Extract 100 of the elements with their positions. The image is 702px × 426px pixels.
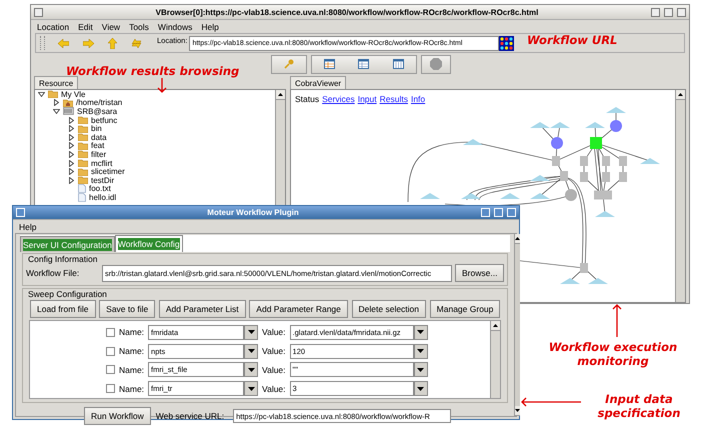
caret-icon — [417, 368, 424, 372]
close-button[interactable] — [677, 8, 686, 16]
dropdown-button[interactable] — [244, 344, 258, 359]
menu-item[interactable]: Edit — [78, 22, 93, 32]
name-label: Name: — [119, 346, 144, 356]
data-node — [530, 175, 550, 181]
dropdown-button[interactable] — [414, 362, 428, 378]
tree-item[interactable]: hello.idl — [89, 192, 116, 202]
dropdown-button[interactable] — [244, 324, 258, 340]
table-icon[interactable] — [324, 59, 335, 69]
expander-icon[interactable] — [68, 116, 75, 124]
process-node — [580, 172, 588, 182]
panel-tab[interactable]: Resource — [34, 76, 78, 89]
annotation-label: Workflow URL — [527, 33, 618, 47]
sweep-button[interactable]: Save to file — [99, 300, 156, 318]
scrollbar[interactable] — [675, 90, 685, 302]
tree-item[interactable]: slicetimer — [91, 167, 125, 176]
sweep-button[interactable]: Load from file — [30, 300, 96, 318]
dropdown-button[interactable] — [414, 324, 428, 340]
browse-button[interactable]: Browse... — [455, 264, 504, 282]
maximize-button[interactable] — [664, 8, 673, 16]
scroll-up-icon[interactable] — [278, 93, 283, 96]
dropdown-button[interactable] — [244, 381, 258, 396]
scroll-down-icon[interactable] — [515, 409, 520, 412]
annotation-label: Input data specification — [596, 392, 682, 420]
panel-tab[interactable]: CobraViewer — [290, 76, 346, 89]
tree-item[interactable]: mcflirt — [91, 158, 112, 168]
dropdown-button[interactable] — [414, 344, 428, 359]
process-node — [580, 156, 588, 166]
name-label: Name: — [119, 384, 144, 394]
viewer-link[interactable]: Results — [380, 94, 408, 104]
tree-item[interactable]: betfunc — [91, 116, 118, 125]
menu-item[interactable]: Location — [37, 22, 70, 32]
process-node — [552, 156, 560, 166]
run-workflow-button[interactable]: Run Workflow — [84, 407, 151, 425]
sweep-button[interactable]: Manage Group — [430, 300, 500, 318]
tree-item[interactable]: bin — [91, 124, 102, 134]
viewer-link[interactable]: Services — [322, 94, 355, 104]
tree-item[interactable]: testDir — [91, 176, 114, 185]
menu-item[interactable]: View — [102, 22, 120, 32]
scrollbar[interactable] — [490, 321, 500, 398]
checkbox[interactable] — [106, 365, 115, 374]
tree-item[interactable]: /home/tristan — [76, 98, 122, 108]
config-tab[interactable]: Server UI Configuration — [20, 236, 115, 252]
menu-item[interactable]: Help — [19, 222, 36, 232]
viewer-link[interactable]: Info — [410, 94, 426, 104]
expander-icon[interactable] — [68, 125, 75, 132]
menu-item[interactable]: Help — [201, 22, 219, 32]
scroll-up-icon[interactable] — [678, 93, 683, 96]
status-label: Status — [295, 94, 320, 104]
viewer-link[interactable]: Input — [358, 94, 377, 104]
field-label: Workflow File: — [26, 268, 80, 278]
caret-icon — [248, 386, 255, 391]
sweep-button[interactable]: Add Parameter Range — [249, 300, 348, 318]
sweep-button[interactable]: Add Parameter List — [158, 300, 246, 318]
dropdown-button[interactable] — [244, 362, 258, 378]
scroll-up-icon[interactable] — [493, 324, 498, 327]
process-node — [602, 172, 610, 182]
table-icon[interactable] — [393, 59, 404, 69]
minimize-button[interactable] — [651, 8, 660, 16]
tree-item[interactable]: filter — [91, 150, 106, 159]
expander-icon[interactable] — [68, 142, 75, 150]
expander-icon[interactable] — [53, 108, 60, 115]
key-icon — [284, 59, 294, 69]
caret-icon — [417, 330, 424, 334]
expander-icon[interactable] — [38, 90, 45, 98]
scroll-up-icon[interactable] — [515, 237, 520, 240]
expander-icon[interactable] — [68, 134, 75, 141]
menu-item[interactable]: Windows — [158, 22, 192, 32]
expander-icon[interactable] — [68, 176, 75, 184]
checkbox[interactable] — [106, 346, 115, 356]
window-title: VBrowser[0]:https://pc-vlab18.science.uva.nl:8080/workflow/workflow-ROcr8c/workflow-ROcr8c.html — [154, 8, 540, 16]
expander-icon[interactable] — [68, 160, 75, 167]
window-title: Moteur Workflow Plugin — [206, 208, 300, 217]
menu-item[interactable]: Tools — [129, 22, 149, 32]
expander-icon[interactable] — [68, 168, 75, 176]
table-icon[interactable] — [358, 59, 370, 69]
expander-icon[interactable] — [68, 150, 75, 158]
data-node — [461, 193, 481, 199]
tree-item[interactable]: My Vle — [61, 90, 86, 99]
scrollbar[interactable] — [514, 234, 520, 416]
process-node — [619, 156, 627, 166]
value-label: Value: — [262, 346, 286, 356]
window-menu-icon[interactable] — [34, 8, 43, 16]
grid-icon[interactable] — [499, 36, 514, 50]
tree-item[interactable]: data — [91, 132, 107, 142]
config-tab[interactable]: Workflow Config — [114, 235, 183, 252]
checkbox[interactable] — [106, 384, 115, 394]
sweep-button[interactable]: Delete selection — [352, 300, 426, 318]
tree-item[interactable]: foo.txt — [89, 184, 111, 194]
data-node — [606, 107, 626, 113]
tree-item[interactable]: feat — [91, 141, 104, 150]
active-node — [590, 137, 602, 149]
expander-icon[interactable] — [53, 99, 60, 106]
dropdown-button[interactable] — [414, 381, 428, 396]
tree-item[interactable]: SRB@sara — [77, 106, 118, 116]
checkbox[interactable] — [106, 328, 115, 337]
data-node — [595, 211, 615, 217]
annotation-label: Workflow results browsing — [66, 64, 240, 78]
data-node — [588, 278, 608, 284]
